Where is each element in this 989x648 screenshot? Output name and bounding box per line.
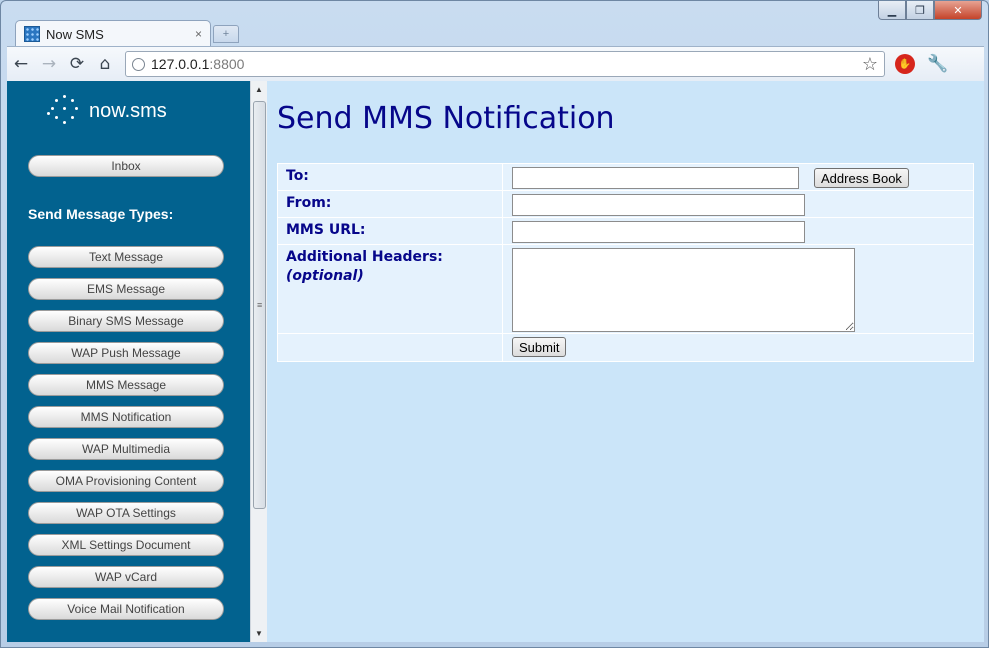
address-bar[interactable]: 127.0.0.1:8800 ☆	[125, 51, 885, 77]
tab-close-icon[interactable]: ×	[195, 27, 202, 41]
nav-xml-settings-document[interactable]: XML Settings Document	[28, 534, 224, 556]
globe-icon	[132, 57, 145, 71]
nav-text-message[interactable]: Text Message	[28, 246, 224, 268]
nowsms-logo: now.sms	[47, 95, 167, 127]
form-row-to: To: Address Book	[278, 164, 973, 191]
form-row-from: From:	[278, 191, 973, 218]
nav-wap-push-message[interactable]: WAP Push Message	[28, 342, 224, 364]
form-row-submit: Submit	[278, 334, 973, 361]
inbox-button[interactable]: Inbox	[28, 155, 224, 177]
address-book-button[interactable]: Address Book	[814, 168, 909, 188]
to-field-cell: Address Book	[503, 164, 973, 190]
sidebar-scrollbar[interactable]: ▲ ≡ ▼	[250, 81, 267, 642]
minimize-button[interactable]: ▁	[878, 1, 906, 20]
send-message-types-heading: Send Message Types:	[28, 206, 174, 222]
bookmark-star-icon[interactable]: ☆	[862, 54, 878, 75]
browser-toolbar: ← → ⟳ ⌂ 127.0.0.1:8800 ☆ ✋ 🔧	[7, 46, 984, 81]
additional-headers-label: Additional Headers:	[286, 249, 443, 265]
mms-url-input[interactable]	[512, 221, 805, 243]
close-window-button[interactable]: ✕	[934, 1, 982, 20]
scrollbar-thumb[interactable]: ≡	[253, 101, 266, 509]
nav-binary-sms-message[interactable]: Binary SMS Message	[28, 310, 224, 332]
browser-window: ▁ ❐ ✕ Now SMS × + ← → ⟳ ⌂ 127.0.0.1:8800…	[0, 0, 989, 648]
submit-button[interactable]: Submit	[512, 337, 567, 357]
mms-url-label: MMS URL:	[278, 218, 503, 244]
nowsms-favicon-icon	[24, 26, 40, 42]
form-row-mms-url: MMS URL:	[278, 218, 973, 245]
logo-dots-icon	[47, 95, 81, 127]
window-caption-buttons: ▁ ❐ ✕	[878, 1, 982, 20]
nav-ems-message[interactable]: EMS Message	[28, 278, 224, 300]
forward-button[interactable]: →	[35, 50, 63, 78]
from-field-cell	[503, 191, 973, 217]
nav-wap-ota-settings[interactable]: WAP OTA Settings	[28, 502, 224, 524]
nav-oma-provisioning-content[interactable]: OMA Provisioning Content	[28, 470, 224, 492]
additional-headers-textarea[interactable]	[512, 248, 855, 332]
scroll-up-arrow-icon[interactable]: ▲	[251, 81, 267, 98]
url-host: 127.0.0.1	[151, 56, 210, 72]
nav-mms-notification[interactable]: MMS Notification	[28, 406, 224, 428]
logo-text: now.sms	[89, 99, 167, 122]
new-tab-button[interactable]: +	[213, 25, 239, 43]
browser-tab[interactable]: Now SMS ×	[15, 20, 211, 47]
optional-label: (optional)	[286, 268, 364, 284]
page-title: Send MMS Notification	[277, 101, 615, 136]
reload-button[interactable]: ⟳	[63, 50, 91, 78]
nav-mms-message[interactable]: MMS Message	[28, 374, 224, 396]
stop-extension-icon[interactable]: ✋	[895, 54, 915, 74]
nav-wap-multimedia[interactable]: WAP Multimedia	[28, 438, 224, 460]
page-content: now.sms Inbox Send Message Types: Text M…	[7, 81, 984, 642]
back-button[interactable]: ←	[7, 50, 35, 78]
submit-field-cell: Submit	[503, 334, 973, 361]
headers-field-cell	[503, 245, 973, 333]
headers-label-cell: Additional Headers: (optional)	[278, 245, 503, 333]
tab-title: Now SMS	[46, 26, 104, 42]
mms-url-field-cell	[503, 218, 973, 244]
nav-wap-vcard[interactable]: WAP vCard	[28, 566, 224, 588]
wrench-menu-icon[interactable]: 🔧	[927, 54, 948, 74]
sidebar: now.sms Inbox Send Message Types: Text M…	[7, 81, 250, 642]
home-button[interactable]: ⌂	[91, 50, 119, 78]
mms-notification-form: To: Address Book From: MMS URL: Addition…	[277, 163, 974, 362]
from-label: From:	[278, 191, 503, 217]
submit-label-cell	[278, 334, 503, 361]
form-row-headers: Additional Headers: (optional)	[278, 245, 973, 334]
scroll-down-arrow-icon[interactable]: ▼	[251, 625, 267, 642]
scrollbar-grip-icon: ≡	[257, 300, 263, 310]
url-port: :8800	[209, 56, 245, 72]
nav-voice-mail-notification[interactable]: Voice Mail Notification	[28, 598, 224, 620]
main-panel: Send MMS Notification To: Address Book F…	[268, 81, 984, 642]
maximize-button[interactable]: ❐	[906, 1, 934, 20]
from-input[interactable]	[512, 194, 805, 216]
to-label: To:	[278, 164, 503, 190]
to-input[interactable]	[512, 167, 799, 189]
